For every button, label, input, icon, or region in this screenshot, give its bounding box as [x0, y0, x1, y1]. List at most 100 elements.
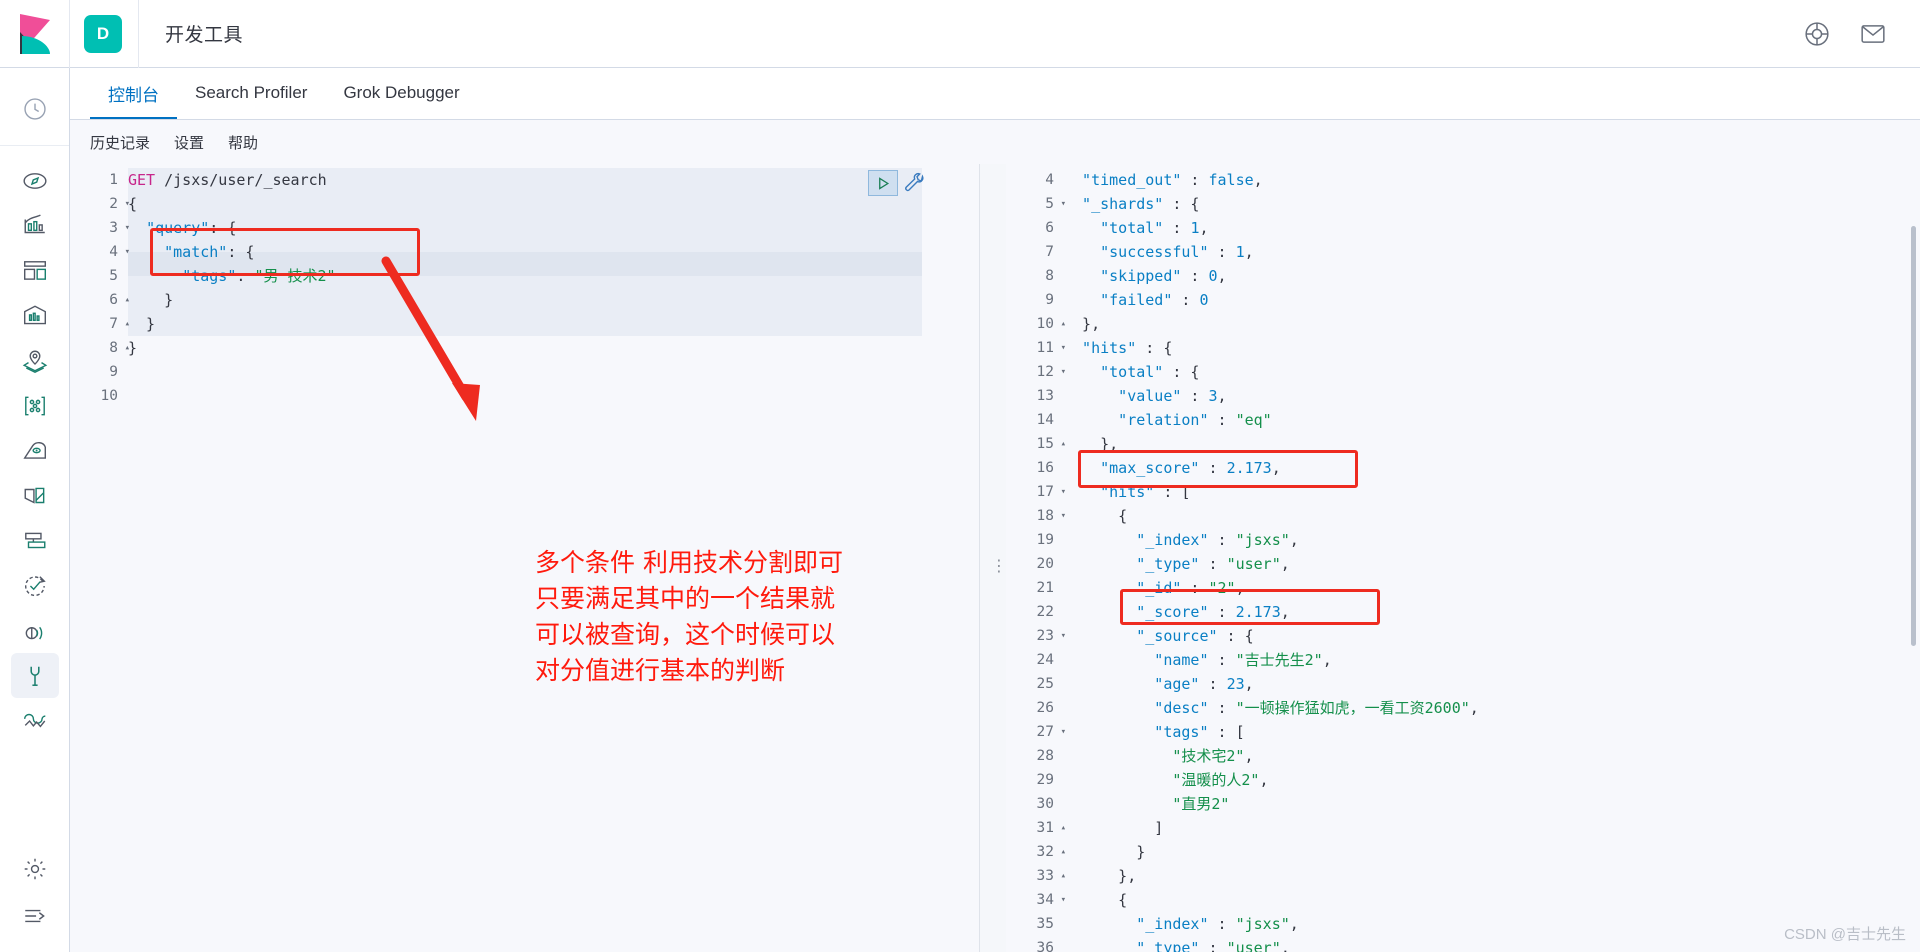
tab-search-profiler[interactable]: Search Profiler	[177, 67, 325, 119]
code-line: "failed" : 0	[1064, 291, 1209, 309]
sidebar-item-ml[interactable]	[11, 383, 59, 428]
line-number: 4 ▾	[70, 240, 130, 264]
code-line: },	[1064, 315, 1101, 333]
line-number: 24	[1036, 652, 1054, 668]
line-number: 5 ▾	[1006, 192, 1066, 216]
line-number: 19	[1036, 532, 1054, 548]
sidebar-item-uptime[interactable]	[11, 563, 59, 608]
response-pane[interactable]: 4 5 ▾ 6 7 8 9 10 ▴ 11 ▾ 12 ▾ 13 14 15 ▴ 16 17 ▾ 18 ▾ 19 20 21 22 2…	[1006, 164, 1920, 952]
console-submenu: 历史记录 设置 帮助	[70, 120, 1920, 164]
devtools-tabs: 控制台 Search Profiler Grok Debugger	[70, 68, 1920, 120]
line-number: 20	[1036, 556, 1054, 572]
sidebar-item-maps[interactable]	[11, 338, 59, 383]
line-number: 28	[1036, 748, 1054, 764]
line-number: 35	[1036, 916, 1054, 932]
code-line: "_type" : "user",	[1064, 939, 1290, 952]
submenu-history[interactable]: 历史记录	[90, 132, 150, 153]
tab-console[interactable]: 控制台	[90, 67, 177, 119]
code-line: "_index" : "jsxs",	[1064, 915, 1299, 933]
tab-grok-debugger[interactable]: Grok Debugger	[325, 67, 477, 119]
recently-viewed-section	[0, 68, 69, 146]
line-number: 12 ▾	[1006, 360, 1066, 384]
code-line: "value" : 3,	[1064, 387, 1227, 405]
line-number: 14	[1036, 412, 1054, 428]
submenu-settings[interactable]: 设置	[174, 132, 204, 153]
line-number: 34 ▾	[1006, 888, 1066, 912]
line-number: 16	[1036, 460, 1054, 476]
header-actions	[1804, 21, 1920, 47]
response-code-text: "timed_out" : false, "_shards" : { "tota…	[1064, 164, 1479, 952]
sidebar-item-visualize[interactable]	[11, 203, 59, 248]
request-line-numbers: 1 2 ▾ 3 ▾ 4 ▾ 5 6 ▴ 7 ▴ 8 ▴ 9 10	[70, 164, 130, 408]
sidebar-item-siem[interactable]	[11, 608, 59, 653]
request-code[interactable]: 1 2 ▾ 3 ▾ 4 ▾ 5 6 ▴ 7 ▴ 8 ▴ 9 10 GET /jsxs/user/_search…	[70, 164, 980, 408]
code-line: "_source" : {	[1064, 627, 1254, 645]
line-number: 27 ▾	[1006, 720, 1066, 744]
sidebar-item-dashboard[interactable]	[11, 248, 59, 293]
line-number: 22	[1036, 604, 1054, 620]
clock-recently-viewed-icon[interactable]	[11, 86, 59, 131]
app-header: D 开发工具	[0, 0, 1920, 68]
app-badge[interactable]: D	[84, 14, 122, 53]
code-line: ]	[1064, 819, 1164, 837]
sidebar-item-management[interactable]	[11, 846, 59, 891]
devtools-console-page: D 开发工具 控制台 Search Profiler Grok Debugger…	[0, 0, 1920, 952]
mail-icon[interactable]	[1860, 21, 1886, 47]
code-line: "query": {	[146, 219, 237, 237]
sidebar-item-discover[interactable]	[11, 158, 59, 203]
code-line: "_shards" : {	[1064, 195, 1200, 213]
line-number: 23 ▾	[1006, 624, 1066, 648]
line-number: 11 ▾	[1006, 336, 1066, 360]
kibana-logo-glyph	[19, 13, 50, 54]
primary-nav-rail	[0, 68, 70, 952]
code-line: GET /jsxs/user/_search	[128, 171, 327, 189]
line-number: 21	[1036, 580, 1054, 596]
line-number: 32 ▴	[1006, 840, 1066, 864]
code-line: "_score" : 2.173,	[1064, 603, 1290, 621]
kibana-logo-icon[interactable]	[0, 0, 70, 68]
line-number: 25	[1036, 676, 1054, 692]
code-line: "温暖的人2",	[1064, 771, 1269, 789]
response-scrollbar[interactable]	[1911, 226, 1916, 646]
code-line: }	[1064, 843, 1146, 861]
code-line: "hits" : {	[1064, 339, 1173, 357]
header-divider	[138, 0, 139, 68]
page-title: 开发工具	[165, 25, 244, 46]
code-line: "skipped" : 0,	[1064, 267, 1227, 285]
sidebar-item-monitoring[interactable]	[11, 698, 59, 743]
code-line: "desc" : "一顿操作猛如虎，一看工资2600",	[1064, 699, 1479, 717]
code-line: {	[1064, 891, 1128, 909]
code-line: "age" : 23,	[1064, 675, 1254, 693]
line-number: 30	[1036, 796, 1054, 812]
line-number: 7	[1045, 244, 1054, 260]
pane-resizer[interactable]: ⋮	[980, 164, 1007, 952]
sidebar-item-logs[interactable]	[11, 473, 59, 518]
wrench-icon[interactable]	[903, 171, 927, 195]
sidebar-collapse-toggle[interactable]	[11, 893, 59, 938]
sidebar-item-dev-tools[interactable]	[10, 653, 59, 698]
sidebar-item-infrastructure[interactable]	[11, 428, 59, 473]
code-line: "name" : "吉士先生2",	[1064, 651, 1332, 669]
code-line: "技术宅2",	[1064, 747, 1254, 765]
nav-bottom	[0, 846, 69, 952]
submenu-help[interactable]: 帮助	[228, 132, 258, 153]
help-circle-icon[interactable]	[1804, 21, 1830, 47]
request-editor-pane[interactable]: 1 2 ▾ 3 ▾ 4 ▾ 5 6 ▴ 7 ▴ 8 ▴ 9 10 GET /jsxs/user/_search…	[70, 164, 980, 952]
line-number: 29	[1036, 772, 1054, 788]
line-number: 8	[1045, 268, 1054, 284]
play-triangle-icon[interactable]	[868, 170, 898, 196]
line-number: 8 ▴	[70, 336, 130, 360]
line-number: 9	[1045, 292, 1054, 308]
line-number: 36	[1036, 940, 1054, 952]
code-line: "_type" : "user",	[1064, 555, 1290, 573]
line-number: 6	[1045, 220, 1054, 236]
sidebar-item-apm[interactable]	[11, 518, 59, 563]
line-number: 1	[109, 172, 118, 188]
sidebar-item-canvas[interactable]	[11, 293, 59, 338]
resizer-grip-icon: ⋮	[991, 558, 1007, 575]
console-body: 1 2 ▾ 3 ▾ 4 ▾ 5 6 ▴ 7 ▴ 8 ▴ 9 10 GET /jsxs/user/_search…	[70, 164, 1920, 952]
request-code-text[interactable]: GET /jsxs/user/_search { "query": { "matc…	[128, 164, 336, 408]
response-code[interactable]: 4 5 ▾ 6 7 8 9 10 ▴ 11 ▾ 12 ▾ 13 14 15 ▴ 16 17 ▾ 18 ▾ 19 20 21 22 2…	[1006, 164, 1920, 952]
line-number: 10 ▴	[1006, 312, 1066, 336]
